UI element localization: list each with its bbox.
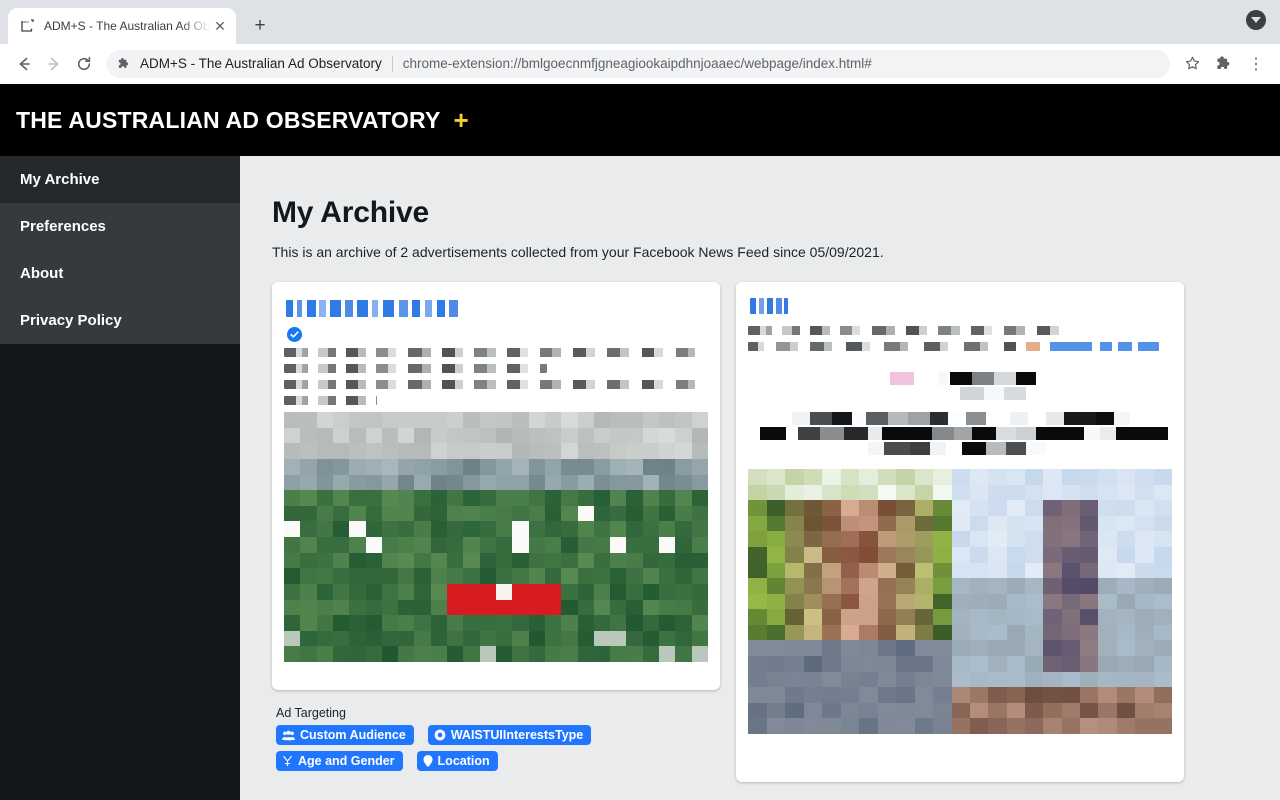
tag-label: WAISTUIInterestsType [450,728,584,742]
browser-window: ADM ADM+S - The Australian Ad Ob ✕ + ADM… [0,0,1280,800]
sidebar-item-privacy-policy[interactable]: Privacy Policy [0,297,240,344]
site-header: THE AUSTRALIAN AD OBSERVATORY + [0,84,1280,156]
extension-puzzle-icon [116,56,132,72]
forward-icon[interactable] [40,50,68,78]
archive-description: This is an archive of 2 advertisements c… [272,244,884,260]
omnibox-url: chrome-extension://bmlgoecnmfjgneagiooka… [402,56,872,71]
ad-targeting-section: Ad Targeting Custom Audience WAISTUIInte… [272,690,720,771]
ad-card[interactable] [736,282,1184,782]
main-content: My Archive This is an archive of 2 adver… [240,156,1280,800]
map-pin-icon [423,755,433,767]
ad-body-redacted [284,348,708,405]
sidebar-nav: My Archive Preferences About Privacy Pol… [0,156,240,344]
tag-label: Custom Audience [300,728,406,742]
ad-body-pixel-blocks [748,372,1172,455]
targeting-tag-custom-audience[interactable]: Custom Audience [276,725,414,745]
ad-card[interactable] [272,282,720,690]
targeting-tag-location[interactable]: Location [416,751,498,771]
site-title: THE AUSTRALIAN AD OBSERVATORY [16,106,441,133]
ad-body-redacted [748,326,1172,351]
extensions-puzzle-icon[interactable] [1210,50,1238,78]
address-bar[interactable]: ADM+S - The Australian Ad Observatory ch… [106,49,1170,78]
sidebar-item-label: Preferences [20,218,106,235]
page-title: My Archive [272,196,429,229]
ad-targeting-label: Ad Targeting [276,706,346,720]
ad-targeting-tags: Custom Audience WAISTUIInterestsType Age… [276,725,596,771]
bookmark-star-icon[interactable] [1178,50,1206,78]
advertiser-name-redacted [286,300,464,317]
browser-tab[interactable]: ADM ADM+S - The Australian Ad Ob ✕ [8,8,236,44]
browser-toolbar: ADM+S - The Australian Ad Observatory ch… [0,44,1280,84]
downloads-chevron-icon[interactable] [1246,10,1266,30]
tag-label: Age and Gender [298,754,395,768]
sidebar-item-label: Privacy Policy [20,312,122,329]
record-circle-icon [434,729,446,741]
tab-strip-right [1246,10,1266,30]
page-viewport: THE AUSTRALIAN AD OBSERVATORY + My Archi… [0,84,1280,800]
plus-icon: + [453,105,469,135]
ad-column-1: Ad Targeting Custom Audience WAISTUIInte… [272,282,720,771]
adms-logo-icon: ADM [20,18,36,34]
verified-badge-icon [287,327,302,342]
omnibox-divider [391,55,393,72]
sidebar-item-my-archive[interactable]: My Archive [0,156,240,203]
targeting-tag-waistuiinterests[interactable]: WAISTUIInterestsType [427,725,592,745]
back-icon[interactable] [10,50,38,78]
sidebar-item-about[interactable]: About [0,250,240,297]
gender-icon [282,755,293,767]
sidebar-item-label: My Archive [20,171,100,188]
sidebar-item-preferences[interactable]: Preferences [0,203,240,250]
sidebar-item-label: About [20,265,64,282]
svg-text:ADM: ADM [22,20,29,24]
sidebar: My Archive Preferences About Privacy Pol… [0,156,240,800]
targeting-tag-age-and-gender[interactable]: Age and Gender [276,751,403,771]
ad-column-2 [736,282,1184,782]
omnibox-extension-name: ADM+S - The Australian Ad Observatory [140,56,382,71]
toolbar-actions: ⋮ [1178,50,1270,78]
advertiser-name-redacted [750,298,788,314]
tab-title: ADM+S - The Australian Ad Ob [44,19,210,33]
tag-label: Location [437,754,490,768]
ad-creative-image-pixelated[interactable] [748,469,1172,734]
new-tab-button[interactable]: + [246,12,274,40]
page-body: My Archive Preferences About Privacy Pol… [0,156,1280,800]
ad-card-grid: Ad Targeting Custom Audience WAISTUIInte… [272,282,1248,782]
reload-icon[interactable] [70,50,98,78]
browser-menu-icon[interactable]: ⋮ [1242,50,1270,78]
people-icon [282,730,295,741]
ad-creative-image-pixelated[interactable] [284,412,708,662]
close-icon[interactable]: ✕ [212,18,228,34]
tab-strip: ADM ADM+S - The Australian Ad Ob ✕ + [0,0,1280,44]
